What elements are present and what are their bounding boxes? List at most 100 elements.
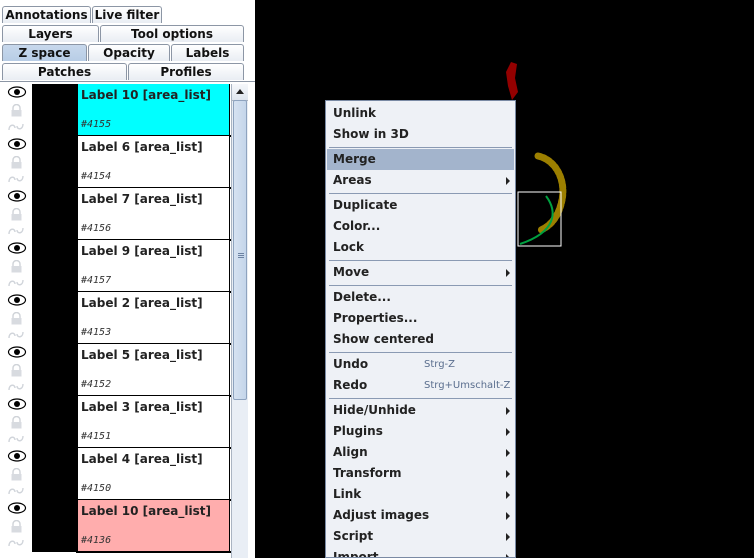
menu-item-delete[interactable]: Delete... <box>327 287 514 308</box>
eye-icon[interactable] <box>7 450 27 462</box>
layer-label[interactable]: Label 5 [area_list] #4152 <box>76 344 230 396</box>
menu-item-link[interactable]: Link <box>327 484 514 505</box>
menu-item-hide-unhide[interactable]: Hide/Unhide <box>327 400 514 421</box>
eye-icon[interactable] <box>7 190 27 202</box>
lock-icon[interactable] <box>10 260 23 273</box>
scroll-up-button[interactable] <box>232 84 248 101</box>
tab-z-space[interactable]: Z space <box>2 44 87 61</box>
menu-item-unlink[interactable]: Unlink <box>327 103 514 124</box>
layer-label[interactable]: Label 3 [area_list] #4151 <box>76 396 230 448</box>
layer-title: Label 7 [area_list] <box>81 192 203 206</box>
list-scrollbar[interactable] <box>231 84 248 558</box>
layer-row[interactable]: Label 5 [area_list] #4152 <box>0 344 231 396</box>
menu-separator <box>329 260 512 261</box>
layer-id: #4136 <box>81 535 112 546</box>
layer-icons <box>0 84 32 136</box>
lock-icon[interactable] <box>10 364 23 377</box>
menu-item-plugins[interactable]: Plugins <box>327 421 514 442</box>
menu-item-undo[interactable]: Undo Strg-Z <box>327 354 514 375</box>
menu-item-properties[interactable]: Properties... <box>327 308 514 329</box>
layer-icons <box>0 448 32 500</box>
link-icon[interactable] <box>7 486 25 496</box>
menu-item-transform[interactable]: Transform <box>327 463 514 484</box>
layer-label[interactable]: Label 9 [area_list] #4157 <box>76 240 230 292</box>
eye-icon[interactable] <box>7 86 27 98</box>
tab-opacity[interactable]: Opacity <box>88 44 170 61</box>
eye-icon[interactable] <box>7 502 27 514</box>
layer-row[interactable]: Label 7 [area_list] #4156 <box>0 188 231 240</box>
layer-title: Label 3 [area_list] <box>81 400 203 414</box>
tab-labels[interactable]: Labels <box>171 44 244 61</box>
layer-thumbnail <box>32 240 76 292</box>
menu-item-script[interactable]: Script <box>327 526 514 547</box>
layer-row[interactable]: Label 4 [area_list] #4150 <box>0 448 231 500</box>
link-icon[interactable] <box>7 330 25 340</box>
link-icon[interactable] <box>7 174 25 184</box>
link-icon[interactable] <box>7 434 25 444</box>
tab-profiles[interactable]: Profiles <box>128 63 244 80</box>
lock-icon[interactable] <box>10 208 23 221</box>
menu-item-show-centered[interactable]: Show centered <box>327 329 514 350</box>
layer-row[interactable]: Label 2 [area_list] #4153 <box>0 292 231 344</box>
layer-label[interactable]: Label 10 [area_list] #4155 <box>76 84 230 136</box>
menu-item-merge[interactable]: Merge <box>327 149 514 170</box>
menu-item-label: Merge <box>333 152 376 166</box>
menu-item-label: Duplicate <box>333 198 398 212</box>
submenu-arrow-icon <box>506 512 510 520</box>
layer-row[interactable]: Label 6 [area_list] #4154 <box>0 136 231 188</box>
menu-item-areas[interactable]: Areas <box>327 170 514 191</box>
eye-icon[interactable] <box>7 346 27 358</box>
link-icon[interactable] <box>7 382 25 392</box>
tab-live-filter[interactable]: Live filter <box>92 6 162 23</box>
eye-icon[interactable] <box>7 242 27 254</box>
tab-layers[interactable]: Layers <box>2 25 99 42</box>
menu-item-redo[interactable]: Redo Strg+Umschalt-Z <box>327 375 514 396</box>
layer-row[interactable]: Label 3 [area_list] #4151 <box>0 396 231 448</box>
menu-item-duplicate[interactable]: Duplicate <box>327 195 514 216</box>
lock-icon[interactable] <box>10 520 23 533</box>
link-icon[interactable] <box>7 278 25 288</box>
layer-label[interactable]: Label 7 [area_list] #4156 <box>76 188 230 240</box>
layer-label[interactable]: Label 2 [area_list] #4153 <box>76 292 230 344</box>
layer-thumbnail <box>32 84 76 136</box>
eye-icon[interactable] <box>7 294 27 306</box>
eye-icon[interactable] <box>7 398 27 410</box>
layer-label[interactable]: Label 4 [area_list] #4150 <box>76 448 230 500</box>
tab-annotations[interactable]: Annotations <box>2 6 91 23</box>
menu-separator <box>329 352 512 353</box>
layer-label[interactable]: Label 10 [area_list] #4136 <box>76 500 230 552</box>
menu-item-label: Show in 3D <box>333 127 409 141</box>
eye-icon[interactable] <box>7 138 27 150</box>
layer-thumbnail <box>32 188 76 240</box>
link-icon[interactable] <box>7 538 25 548</box>
menu-item-color[interactable]: Color... <box>327 216 514 237</box>
lock-icon[interactable] <box>10 416 23 429</box>
menu-item-lock[interactable]: Lock <box>327 237 514 258</box>
menu-item-align[interactable]: Align <box>327 442 514 463</box>
tab-tool-options[interactable]: Tool options <box>100 25 244 42</box>
lock-icon[interactable] <box>10 104 23 117</box>
layer-label[interactable]: Label 6 [area_list] #4154 <box>76 136 230 188</box>
scroll-thumb[interactable] <box>233 100 247 400</box>
layer-icons <box>0 188 32 240</box>
link-icon[interactable] <box>7 226 25 236</box>
submenu-arrow-icon <box>506 428 510 436</box>
menu-shortcut: Strg-Z <box>424 359 456 370</box>
menu-item-import[interactable]: Import <box>327 547 514 557</box>
layer-row[interactable]: Label 9 [area_list] #4157 <box>0 240 231 292</box>
layer-row[interactable]: Label 10 [area_list] #4155 <box>0 84 231 136</box>
menu-item-move[interactable]: Move <box>327 262 514 283</box>
lock-icon[interactable] <box>10 468 23 481</box>
menu-shortcut: Strg+Umschalt-Z <box>424 380 511 391</box>
layer-row[interactable]: Label 10 [area_list] #4136 <box>0 500 231 552</box>
menu-item-label: Link <box>333 487 362 501</box>
layer-thumbnail <box>32 448 76 500</box>
tab-patches[interactable]: Patches <box>2 63 127 80</box>
lock-icon[interactable] <box>10 312 23 325</box>
menu-item-label: Color... <box>333 219 381 233</box>
menu-item-show-in-3d[interactable]: Show in 3D <box>327 124 514 145</box>
menu-item-label: Delete... <box>333 290 391 304</box>
menu-item-adjust-images[interactable]: Adjust images <box>327 505 514 526</box>
lock-icon[interactable] <box>10 156 23 169</box>
link-icon[interactable] <box>7 122 25 132</box>
